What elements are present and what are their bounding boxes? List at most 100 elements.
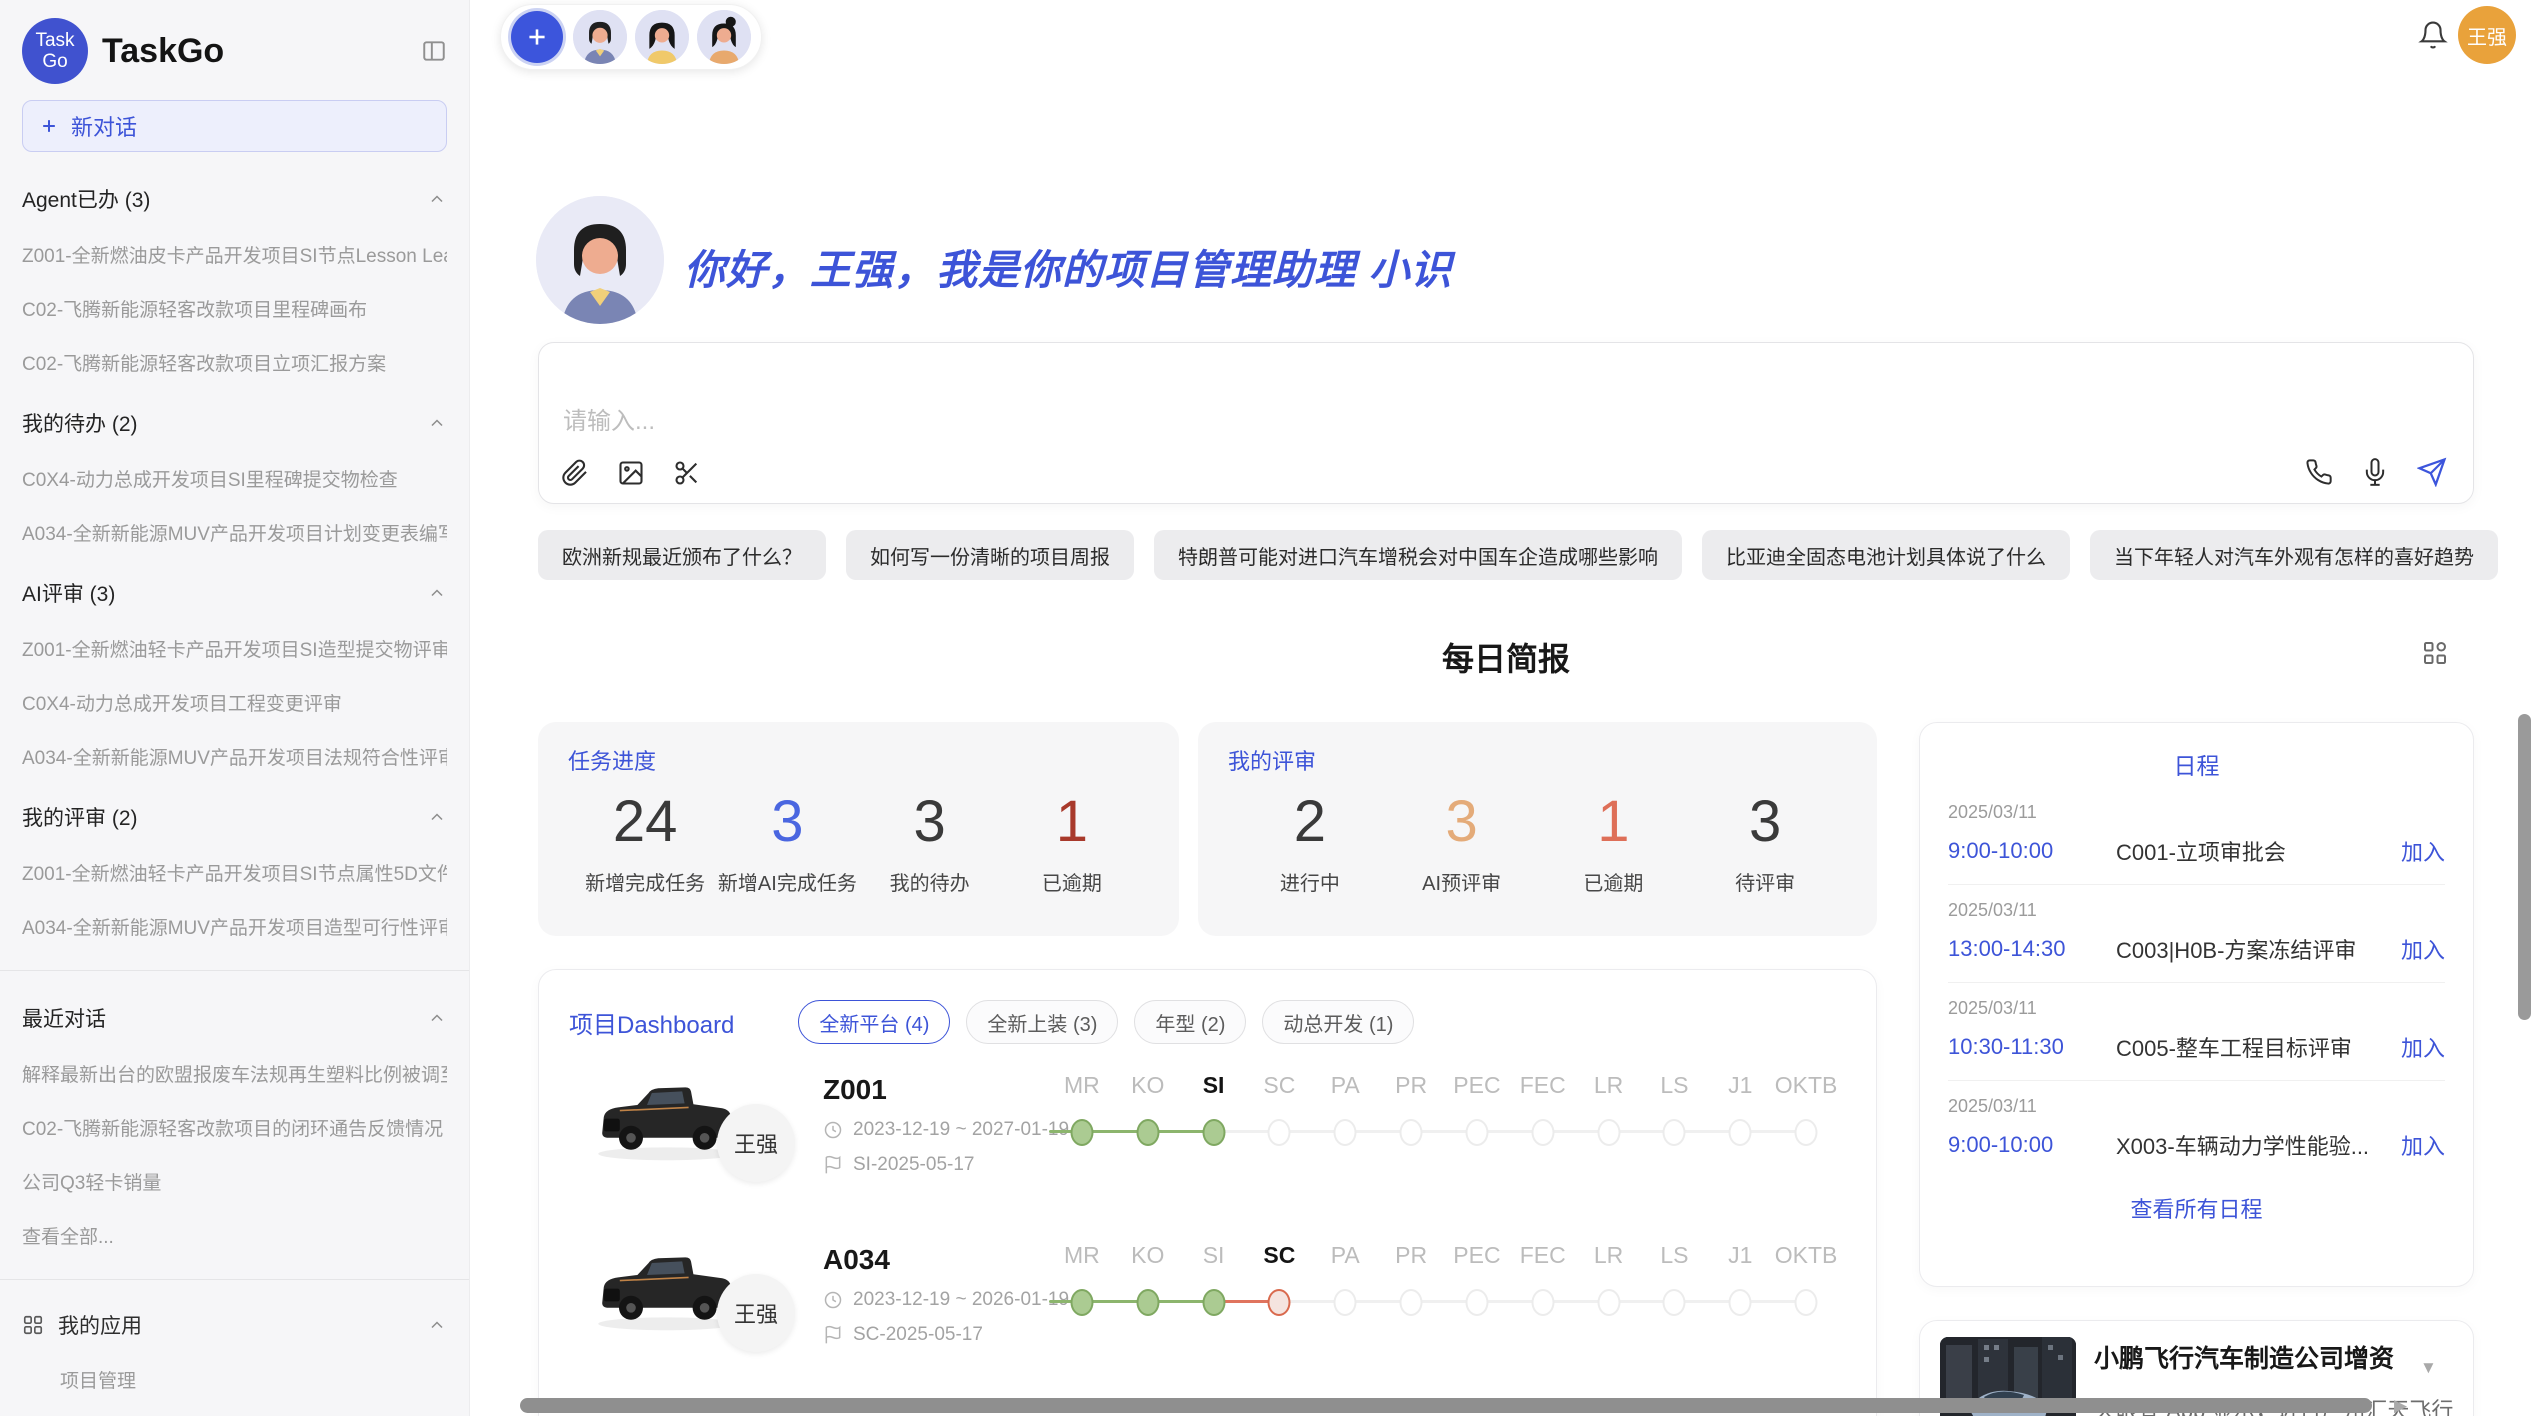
briefing-layout-icon[interactable] — [2420, 638, 2450, 668]
sidebar-recent-chat-item[interactable]: 解释最新出台的欧盟报废车法规再生塑料比例被调至15%... — [22, 1060, 447, 1087]
sidebar-task-item[interactable]: C0X4-动力总成开发项目SI里程碑提交物检查 — [22, 465, 447, 492]
scroll-right-arrow[interactable]: ▶ — [2394, 1396, 2407, 1416]
sidebar-task-item[interactable]: C02-飞腾新能源轻客改款项目里程碑画布 — [22, 295, 447, 322]
sidebar-task-item[interactable]: A034-全新新能源MUV产品开发项目造型可行性评审 — [22, 913, 447, 940]
sidebar-task-item[interactable]: Z001-全新燃油轻卡产品开发项目SI造型提交物评审 — [22, 635, 447, 662]
sidebar-recent-chat-item[interactable]: 公司Q3轻卡销量 — [22, 1168, 447, 1195]
stat-label: 待评审 — [1689, 867, 1841, 896]
dashboard-title: 项目Dashboard — [569, 1005, 734, 1040]
section-title: 我的评审 (2) — [22, 802, 138, 832]
section-ai-review: AI评审 (3) Z001-全新燃油轻卡产品开发项目SI造型提交物评审 C0X4-… — [22, 578, 447, 770]
dashboard-tab[interactable]: 全新上装 (3) — [966, 1000, 1118, 1044]
send-icon[interactable] — [2417, 457, 2447, 487]
sidebar-task-item[interactable]: Z001-全新燃油轻卡产品开发项目SI节点属性5D文件评审 — [22, 859, 447, 886]
milestone-dot — [1597, 1289, 1620, 1316]
schedule-item: 2025/03/11 9:00-10:00 C001-立项审批会 加入 — [1948, 787, 2445, 884]
sidebar-recent-chat-item[interactable]: C02-飞腾新能源轻客改款项目的闭环通告反馈情况 — [22, 1114, 447, 1141]
schedule-event-name: C001-立项审批会 — [2116, 835, 2401, 867]
message-input[interactable] — [561, 399, 2265, 467]
sidebar-item-my-apps[interactable]: 我的应用 — [22, 1310, 447, 1340]
sidebar-app-item[interactable]: 项目管理 — [60, 1366, 447, 1393]
clock-icon — [823, 1120, 843, 1140]
milestone-dot — [1268, 1119, 1291, 1146]
suggestion-chip[interactable]: 当下年轻人对汽车外观有怎样的喜好趋势 — [2090, 530, 2498, 580]
milestone-label: OKTB — [1775, 1242, 1838, 1269]
view-all-schedule-link[interactable]: 查看所有日程 — [1948, 1192, 2445, 1224]
milestone-dot — [1465, 1289, 1488, 1316]
assistant-avatar-2[interactable] — [635, 10, 689, 64]
sidebar-task-item[interactable]: C0X4-动力总成开发项目工程变更评审 — [22, 689, 447, 716]
dashboard-tab[interactable]: 年型 (2) — [1134, 1000, 1246, 1044]
stat-item: 1 已逾期 — [1538, 788, 1690, 896]
milestone-label: LS — [1660, 1242, 1688, 1269]
section-header[interactable]: 我的待办 (2) — [22, 408, 447, 438]
milestone-label: MR — [1064, 1242, 1100, 1269]
divider — [0, 1279, 469, 1280]
milestone-label: SI — [1203, 1072, 1225, 1099]
chevron-up-icon — [427, 1315, 447, 1335]
milestone-dot — [1400, 1289, 1423, 1316]
screenshot-scissors-icon[interactable] — [673, 459, 701, 487]
join-meeting-link[interactable]: 加入 — [2401, 933, 2445, 965]
milestone-dot — [1400, 1119, 1423, 1146]
schedule-item: 2025/03/11 10:30-11:30 C005-整车工程目标评审 加入 — [1948, 982, 2445, 1080]
project-row[interactable]: 王强 Z001 2023-12-19 ~ 2027-01-19 SI-2025-… — [569, 1056, 1846, 1214]
milestone-label: PEC — [1453, 1242, 1500, 1269]
milestone-dot — [1531, 1289, 1554, 1316]
section-header[interactable]: 我的评审 (2) — [22, 802, 447, 832]
horizontal-scrollbar-thumb[interactable] — [520, 1398, 2372, 1413]
assistant-hero-avatar — [536, 196, 664, 324]
sidebar-task-item[interactable]: A034-全新新能源MUV产品开发项目法规符合性评审 — [22, 743, 447, 770]
sidebar-task-item[interactable]: Z001-全新燃油皮卡产品开发项目SI节点Lesson Learn报告 — [22, 241, 447, 268]
vertical-scrollbar-thumb[interactable] — [2518, 714, 2531, 1020]
sidebar-task-item[interactable]: C02-飞腾新能源轻客改款项目立项汇报方案 — [22, 349, 447, 376]
dashboard-tab[interactable]: 全新平台 (4) — [798, 1000, 950, 1044]
stat-label: AI预评审 — [1386, 867, 1538, 896]
microphone-icon[interactable] — [2361, 458, 2389, 486]
suggestion-chip[interactable]: 比亚迪全固态电池计划具体说了什么 — [1702, 530, 2070, 580]
join-meeting-link[interactable]: 加入 — [2401, 1031, 2445, 1063]
milestone-label: SI — [1203, 1242, 1225, 1269]
image-upload-icon[interactable] — [617, 459, 645, 487]
join-meeting-link[interactable]: 加入 — [2401, 1129, 2445, 1161]
suggestion-chip[interactable]: 欧洲新规最近颁布了什么？ — [538, 530, 826, 580]
notifications-bell-icon[interactable] — [2418, 20, 2448, 50]
sidebar-collapse-icon[interactable] — [421, 38, 447, 64]
schedule-date: 2025/03/11 — [1948, 900, 2445, 921]
assistant-avatar-1[interactable] — [573, 10, 627, 64]
stat-value: 3 — [859, 788, 1001, 855]
section-header[interactable]: 最近对话 — [22, 1003, 447, 1033]
section-header[interactable]: AI评审 (3) — [22, 578, 447, 608]
project-name: A034 — [823, 1244, 1069, 1276]
dashboard-tab[interactable]: 动总开发 (1) — [1262, 1000, 1414, 1044]
user-avatar-badge[interactable]: 王强 — [2458, 6, 2516, 64]
new-chat-button[interactable]: 新对话 — [22, 100, 447, 152]
suggestion-chip[interactable]: 如何写一份清晰的项目周报 — [846, 530, 1134, 580]
chevron-up-icon — [427, 583, 447, 603]
stat-item: 24 新增完成任务 — [574, 788, 716, 896]
milestone-label: KO — [1131, 1072, 1164, 1099]
project-row[interactable]: 王强 A034 2023-12-19 ~ 2026-01-19 SC-2025-… — [569, 1226, 1846, 1384]
section-title: 我的待办 (2) — [22, 408, 138, 438]
project-name: Z001 — [823, 1074, 1069, 1106]
assistant-avatar-3[interactable] — [697, 10, 751, 64]
new-session-button[interactable] — [511, 11, 563, 63]
sidebar-recent-chat-item[interactable]: 查看全部... — [22, 1222, 447, 1249]
scroll-down-arrow[interactable]: ▼ — [2420, 1358, 2437, 1378]
join-meeting-link[interactable]: 加入 — [2401, 835, 2445, 867]
sidebar-task-item[interactable]: A034-全新新能源MUV产品开发项目计划变更表编写 — [22, 519, 447, 546]
milestone-label: LR — [1594, 1242, 1623, 1269]
suggestion-chip[interactable]: 特朗普可能对进口汽车增税会对中国车企造成哪些影响 — [1154, 530, 1682, 580]
voice-call-icon[interactable] — [2305, 458, 2333, 486]
stat-label: 新增AI完成任务 — [716, 867, 858, 896]
chevron-up-icon — [427, 189, 447, 209]
divider — [0, 970, 469, 971]
stat-item: 2 进行中 — [1234, 788, 1386, 896]
section-header[interactable]: Agent已办 (3) — [22, 184, 447, 214]
milestone-label: OKTB — [1775, 1072, 1838, 1099]
schedule-event-name: C003|H0B-方案冻结评审 — [2116, 933, 2401, 965]
milestone-label: PA — [1331, 1242, 1360, 1269]
message-composer — [538, 342, 2474, 504]
attachment-icon[interactable] — [561, 459, 589, 487]
milestone-dot — [1663, 1289, 1686, 1316]
